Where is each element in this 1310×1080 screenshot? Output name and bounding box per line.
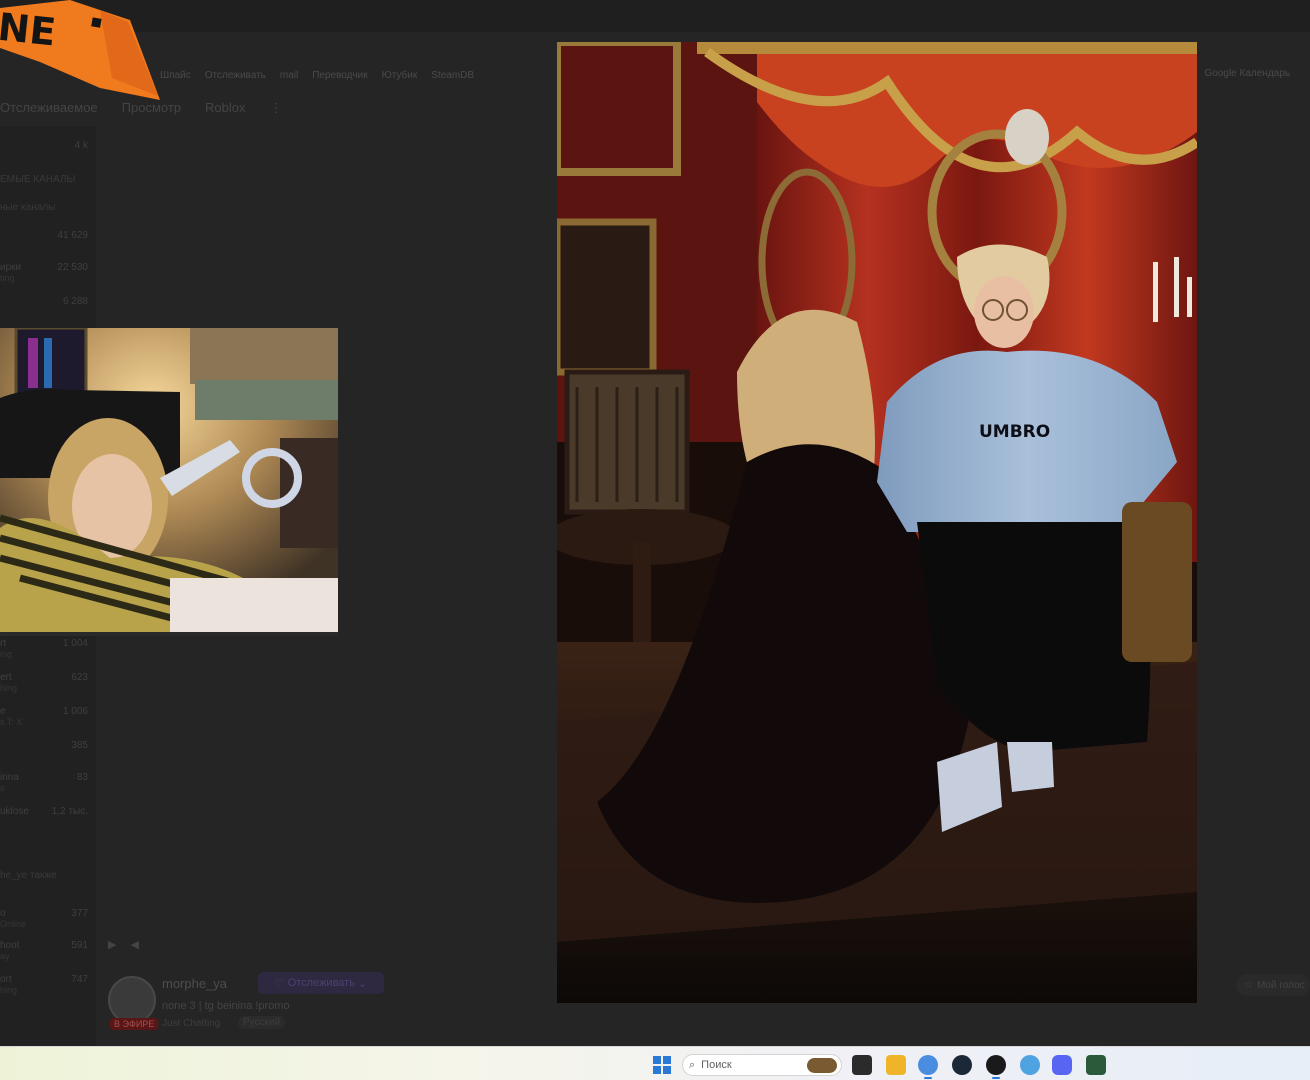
taskbar: ⌕ Поиск [0,1046,1310,1080]
webcam-feed [0,328,338,636]
search-placeholder: Поиск [701,1059,732,1071]
sidebar-section-title: ные каналы [0,202,56,213]
active-indicator [992,1077,1000,1079]
stream-category[interactable]: Just Chatting [162,1018,220,1029]
obs-icon[interactable] [986,1055,1006,1075]
sidebar-section-title: he_ye также [0,870,57,881]
svg-text:NE: NE [0,5,58,55]
stream-title: none 3 | tg beinina !promo [162,1000,290,1012]
stream-tag[interactable]: Русский [238,1016,286,1029]
channel-name[interactable]: morphe_ya [162,976,227,991]
sidebar-section-title: ЕМЫЕ КАНАЛЫ [0,174,76,185]
follow-button[interactable]: ♡ Отслеживать ⌄ [258,972,384,994]
steam-icon[interactable] [952,1055,972,1075]
taskbar-search-input[interactable]: ⌕ Поиск [682,1054,842,1076]
channel-info: В ЭФИРЕ morphe_ya ♡ Отслеживать ⌄ none 3… [106,972,526,1034]
live-badge: В ЭФИРЕ [110,1018,159,1030]
bookmark-item[interactable]: Отслеживать [205,70,266,81]
bookmark-item[interactable]: SteamDB [431,70,474,81]
active-indicator [924,1077,932,1079]
heart-icon: ♡ [274,977,288,990]
windows-start-icon[interactable] [652,1055,672,1075]
tab-roblox[interactable]: Roblox [205,100,245,120]
bookmark-item[interactable]: Ютубик [382,70,418,81]
volume-icon[interactable]: ◀ [130,938,138,951]
browser-title-bar [0,0,1310,32]
player-controls: ▶ ◀ [108,938,139,951]
vote-button-label: Мой голос [1256,979,1305,991]
task-view-icon[interactable] [852,1055,872,1075]
vote-button[interactable]: ☆ Мой голос [1236,974,1310,996]
stream-video-photo: UMBRO [557,42,1197,1003]
file-explorer-icon[interactable] [886,1055,906,1075]
shirt-logo-text: UMBRO [979,422,1050,442]
bookmark-item[interactable]: mail [280,70,298,81]
search-highlight-image [807,1058,837,1073]
terminal-icon[interactable] [1086,1055,1106,1075]
chevron-down-icon: ⌄ [354,977,368,990]
bookmark-item-calendar[interactable]: Google Календарь [1205,68,1291,79]
search-icon: ⌕ [689,1058,696,1071]
star-icon: ☆ [1244,979,1253,991]
telegram-icon[interactable] [1020,1055,1040,1075]
more-tabs-icon[interactable]: ⋮ [270,100,283,120]
follow-button-label: Отслеживать [287,977,355,989]
browser-icon[interactable] [918,1055,938,1075]
play-icon[interactable]: ▶ [108,938,116,951]
bookmark-item[interactable]: Переводчик [312,70,367,81]
screen: Шпайс Отслеживать mail Переводчик Ютубик… [0,0,1310,1080]
avatar[interactable] [108,976,156,1024]
stream-logo: NE [0,0,160,100]
discord-icon[interactable] [1052,1055,1072,1075]
